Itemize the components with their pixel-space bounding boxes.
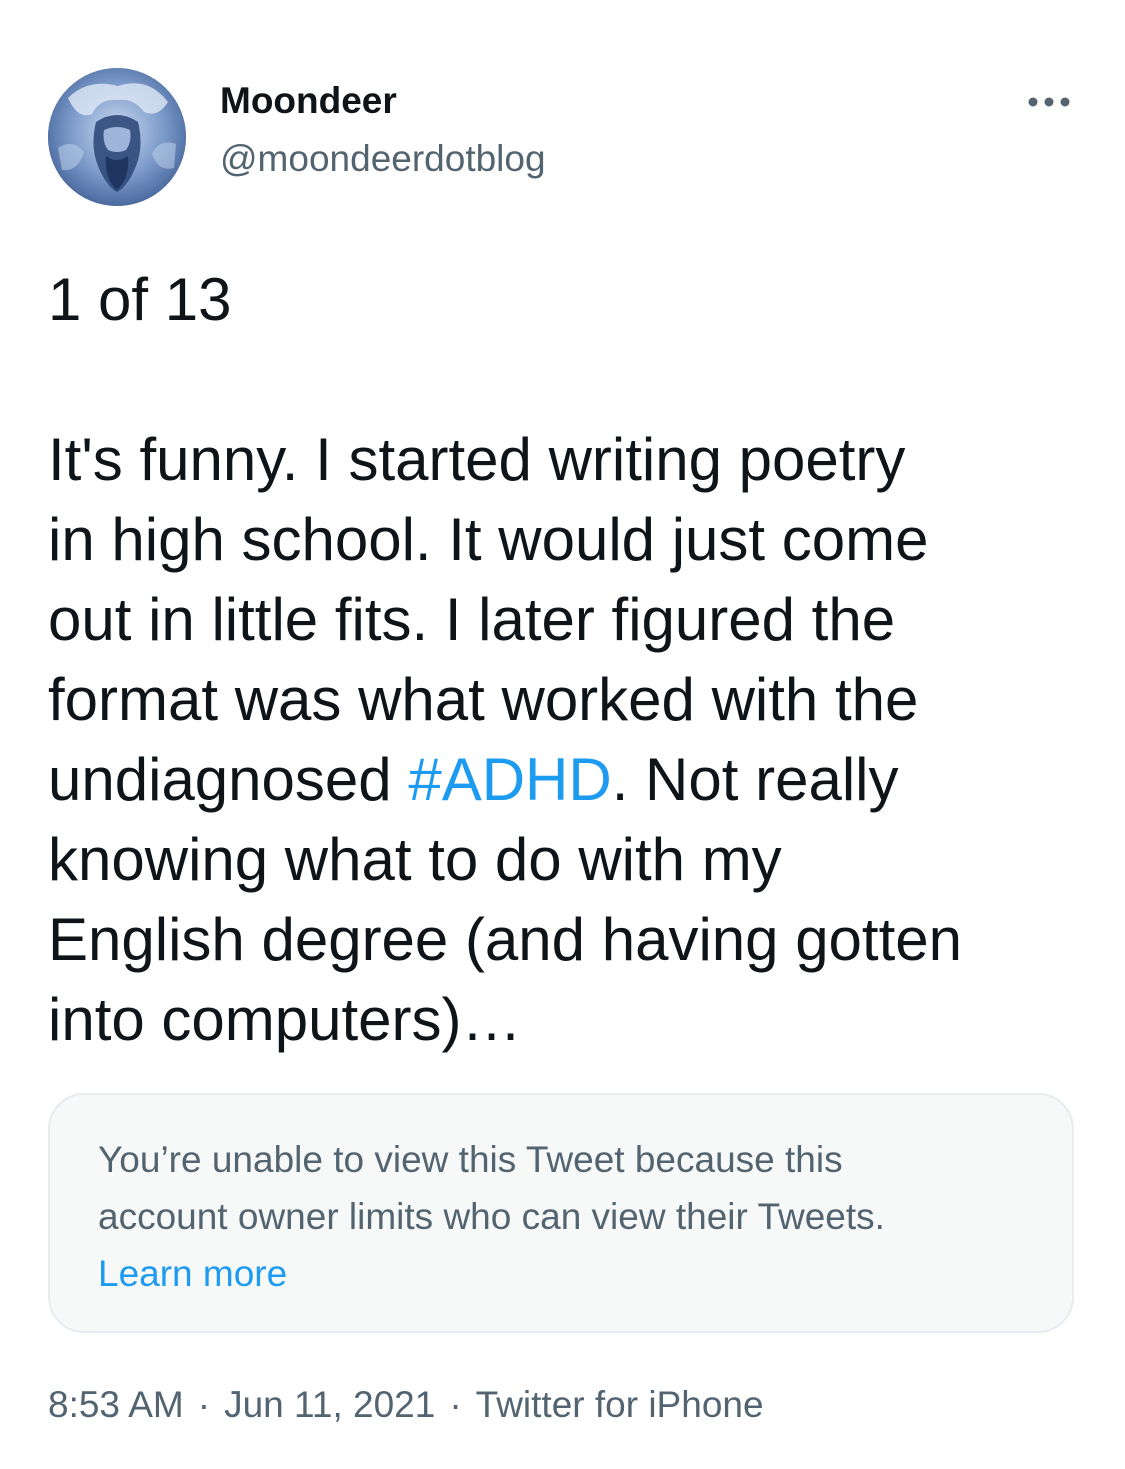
tweet-source-link[interactable]: Twitter for iPhone xyxy=(476,1384,764,1425)
tweet-date[interactable]: Jun 11, 2021 xyxy=(224,1384,435,1425)
tweet-text-line: out in little fits. I later figured the xyxy=(48,586,896,653)
notice-text-line: account owner limits who can view their … xyxy=(98,1196,885,1237)
tweet-text-segment: . Not really xyxy=(611,746,899,813)
more-dots-icon xyxy=(1028,97,1070,107)
tweet-text-line: English degree (and having gotten xyxy=(48,906,963,973)
tweet-text-line: in high school. It would just come xyxy=(48,506,929,573)
tweet-text-line: knowing what to do with my xyxy=(48,826,782,893)
avatar-image xyxy=(48,68,186,206)
thread-counter: 1 of 13 xyxy=(48,266,232,333)
tweet-text-segment: undiagnosed xyxy=(48,746,409,813)
author-display-name[interactable]: Moondeer xyxy=(220,80,397,122)
notice-text-line: You’re unable to view this Tweet because… xyxy=(98,1139,843,1180)
unavailable-tweet-notice: You’re unable to view this Tweet because… xyxy=(48,1093,1074,1333)
more-options-button[interactable] xyxy=(1020,84,1078,120)
tweet-metadata: 8:53 AM · Jun 11, 2021 · Twitter for iPhone xyxy=(48,1384,764,1426)
separator-dot: · xyxy=(197,1384,211,1425)
tweet-text-line: It's funny. I started writing poetry xyxy=(48,426,906,493)
separator-dot: · xyxy=(449,1384,462,1425)
avatar[interactable] xyxy=(48,68,186,206)
tweet-text-line-with-hashtag: undiagnosed #ADHD. Not really xyxy=(48,740,1058,820)
tweet-text: 1 of 13 It's funny. I started writing po… xyxy=(48,260,1058,1060)
tweet-time[interactable]: 8:53 AM xyxy=(48,1384,184,1425)
learn-more-link[interactable]: Learn more xyxy=(98,1245,287,1302)
author-handle[interactable]: @moondeerdotblog xyxy=(220,138,546,180)
notice-text: You’re unable to view this Tweet because… xyxy=(98,1131,1024,1245)
tweet-text-line: format was what worked with the xyxy=(48,666,919,733)
hashtag-link[interactable]: #ADHD xyxy=(408,746,611,813)
tweet-text-line: into computers)… xyxy=(48,986,522,1053)
